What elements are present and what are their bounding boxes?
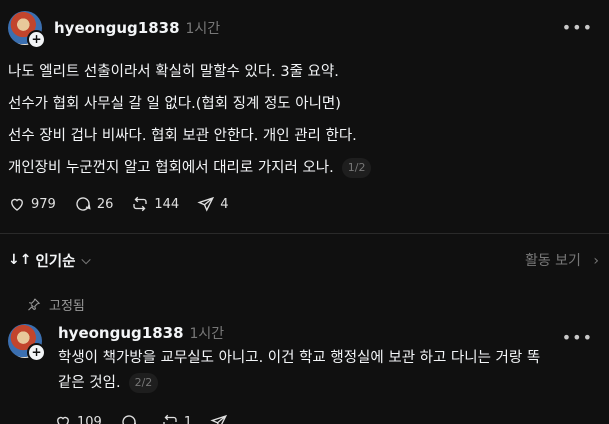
follow-plus-icon[interactable]: + [27,30,46,49]
chevron-right-icon: › [593,253,599,269]
share-button[interactable]: 4 [197,195,228,213]
follow-plus-icon[interactable]: + [27,343,46,362]
sort-dropdown[interactable]: ↓↑ 인기순 ⌵ [8,250,91,271]
reply-share-button[interactable] [210,413,233,424]
reply-page-indicator: 2/2 [128,373,159,393]
pinned-indicator: 고정됨 [0,292,609,316]
like-count: 979 [31,196,56,212]
reply-time: 1시간 [189,326,225,342]
chevron-down-icon: ⌵ [81,252,91,267]
more-options-icon[interactable]: ••• [562,18,593,37]
heart-icon [57,416,69,424]
reply-line-last: 같은 것임. 2/2 [58,371,601,396]
comment-icon [76,197,91,211]
post-header: + hyeongug1838 1시간 [8,10,601,49]
activity-label: 활동 보기 [524,253,581,269]
reply-avatar[interactable]: + [8,324,46,362]
post-line: 나도 엘리트 선출이라서 확실히 말할수 있다. 3줄 요약. [8,64,339,80]
reply-comment-button[interactable] [120,413,143,424]
post-username[interactable]: hyeongug1838 [54,19,180,37]
repost-icon [133,196,148,212]
reply-more-options-icon[interactable]: ••• [562,328,593,347]
reply-repost-count: 1 [183,414,193,424]
reply-line: 학생이 책가방을 교무실도 아니고. 이건 학교 행정실에 보관 하고 다니는 … [58,350,541,366]
reply-body: 학생이 책가방을 교무실도 아니고. 이건 학교 행정실에 보관 하고 다니는 … [58,346,601,396]
sort-label: 인기순 [35,253,76,270]
pin-icon [28,297,41,311]
post-line-text: 개인장비 누군껀지 알고 협회에서 대리로 가지러 오나. [8,160,334,176]
comment-button[interactable]: 26 [74,195,114,213]
reply-repost-button[interactable]: 1 [161,413,192,424]
comment-count: 26 [96,196,114,212]
post-time: 1시간 [185,21,221,37]
reply-header: hyeongug1838 1시간 [8,322,601,344]
reply-actions: 109 1 [54,410,601,424]
pinned-label: 고정됨 [49,298,85,314]
send-icon [197,196,215,212]
reply-username[interactable]: hyeongug1838 [58,324,184,342]
post-line-last: 개인장비 누군껀지 알고 협회에서 대리로 가지러 오나. 1/2 [8,152,601,184]
post-body: 나도 엘리트 선출이라서 확실히 말할수 있다. 3줄 요약. 선수가 협회 사… [8,56,601,184]
page-indicator: 1/2 [341,158,372,178]
sort-icon: ↓↑ [8,252,32,268]
send-icon [210,414,228,424]
reply-like-count: 109 [77,414,102,424]
avatar[interactable]: + [8,11,46,49]
heart-icon [11,198,23,211]
view-activity-link[interactable]: 활동 보기 › [525,250,599,270]
post-line: 선수가 협회 사무실 갈 일 없다.(협회 징계 정도 아니면) [8,96,341,112]
like-button[interactable]: 979 [8,195,56,213]
reply-post: + hyeongug1838 1시간 ••• 학생이 책가방을 교무실도 아니고… [0,316,609,424]
share-count: 4 [220,196,229,212]
reply-like-button[interactable]: 109 [54,413,102,424]
repost-count: 144 [154,196,180,212]
sort-bar: ↓↑ 인기순 ⌵ 활동 보기 › [0,234,609,286]
comment-icon [122,415,136,424]
post-actions: 979 26 144 4 [8,192,601,216]
post-line: 선수 장비 겁나 비싸다. 협회 보관 안한다. 개인 관리 한다. [8,128,357,144]
repost-icon [163,414,177,424]
reply-line-text: 같은 것임. [58,375,121,391]
repost-button[interactable]: 144 [131,195,179,213]
thread-post: + hyeongug1838 1시간 ••• 나도 엘리트 선출이라서 확실히 … [0,0,609,234]
